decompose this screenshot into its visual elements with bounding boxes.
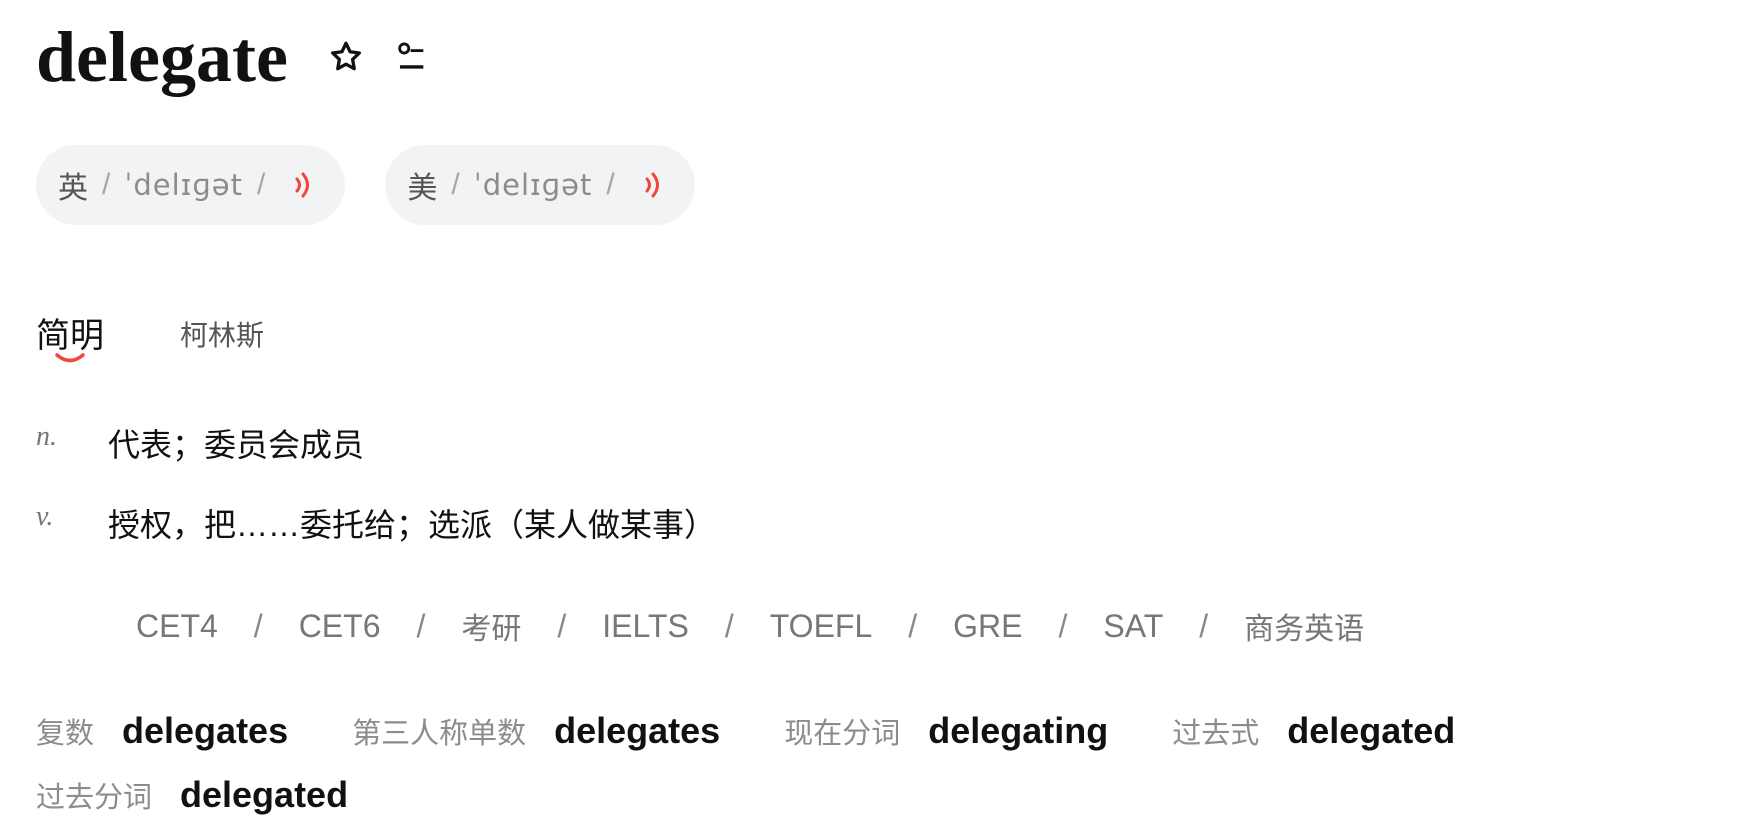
region-label: 美 bbox=[407, 172, 438, 205]
exam-tag: GRE bbox=[953, 607, 1023, 644]
exam-tags: CET4 / CET6 / 考研 / IELTS / TOEFL / GRE /… bbox=[136, 604, 1364, 648]
word-form-label: 过去分词 bbox=[36, 782, 153, 814]
word-header: delegate bbox=[36, 14, 432, 100]
word-form-label: 现在分词 bbox=[784, 718, 901, 750]
active-tab-indicator bbox=[55, 353, 85, 363]
word-form-value[interactable]: delegated bbox=[1287, 710, 1455, 752]
word-form-label: 过去式 bbox=[1172, 718, 1260, 750]
exam-tag: 商务英语 bbox=[1244, 613, 1365, 646]
speaker-icon[interactable] bbox=[291, 170, 317, 200]
definition-noun: n. 代表；委员会成员 bbox=[36, 420, 364, 466]
tab-concise[interactable]: 简明 bbox=[36, 308, 104, 363]
ipa-separator: / bbox=[257, 168, 266, 201]
region-label: 英 bbox=[58, 172, 88, 205]
word-forms-row-1: 复数 delegates 第三人称单数 delegates 现在分词 deleg… bbox=[36, 710, 1519, 752]
exam-separator: / bbox=[724, 607, 734, 644]
pronunciation-row: 英 / ˈdelɪɡət / 美 / ˈdelɪɡət / bbox=[36, 145, 695, 225]
exam-separator: / bbox=[1058, 607, 1068, 644]
definition-text: 代表；委员会成员 bbox=[108, 427, 365, 463]
star-icon[interactable] bbox=[326, 37, 366, 77]
word-form-value[interactable]: delegating bbox=[928, 710, 1108, 752]
add-to-wordbook-icon[interactable] bbox=[392, 37, 432, 77]
exam-tag: SAT bbox=[1103, 607, 1164, 644]
exam-tag: CET4 bbox=[136, 607, 218, 644]
exam-separator: / bbox=[557, 607, 567, 644]
exam-tag: IELTS bbox=[602, 607, 689, 644]
word-forms-row-2: 过去分词 delegated bbox=[36, 774, 412, 816]
word-form-label: 第三人称单数 bbox=[352, 718, 527, 750]
ipa-separator: / bbox=[102, 168, 111, 201]
ipa-text: ˈdelɪɡət bbox=[124, 168, 244, 202]
definition-verb: v. 授权，把……委托给；选派（某人做某事） bbox=[36, 500, 716, 546]
speaker-icon[interactable] bbox=[641, 170, 667, 200]
exam-tag: CET6 bbox=[298, 607, 381, 644]
ipa-separator: / bbox=[451, 168, 460, 201]
exam-separator: / bbox=[416, 607, 426, 644]
tab-collins[interactable]: 柯林斯 bbox=[180, 314, 264, 354]
word-form-value[interactable]: delegates bbox=[122, 710, 288, 752]
exam-separator: / bbox=[908, 607, 918, 644]
word-form-label: 复数 bbox=[36, 718, 95, 750]
exam-tag: 考研 bbox=[461, 613, 522, 646]
headword: delegate bbox=[36, 17, 288, 97]
exam-tag: TOEFL bbox=[769, 607, 873, 644]
exam-separator: / bbox=[253, 607, 263, 644]
part-of-speech: v. bbox=[36, 501, 54, 532]
dictionary-tabs: 简明 柯林斯 bbox=[36, 308, 264, 363]
tab-label: 柯林斯 bbox=[180, 320, 265, 351]
exam-separator: / bbox=[1199, 607, 1209, 644]
definition-text: 授权，把……委托给；选派（某人做某事） bbox=[108, 507, 717, 543]
pronunciation-uk[interactable]: 英 / ˈdelɪɡət / bbox=[36, 145, 346, 225]
part-of-speech: n. bbox=[36, 421, 57, 452]
ipa-separator: / bbox=[606, 168, 615, 201]
word-form-value[interactable]: delegated bbox=[180, 774, 348, 816]
pronunciation-us[interactable]: 美 / ˈdelɪɡət / bbox=[385, 145, 695, 225]
ipa-text: ˈdelɪɡət bbox=[473, 168, 593, 202]
tab-label: 简明 bbox=[36, 317, 104, 355]
word-form-value[interactable]: delegates bbox=[554, 710, 720, 752]
